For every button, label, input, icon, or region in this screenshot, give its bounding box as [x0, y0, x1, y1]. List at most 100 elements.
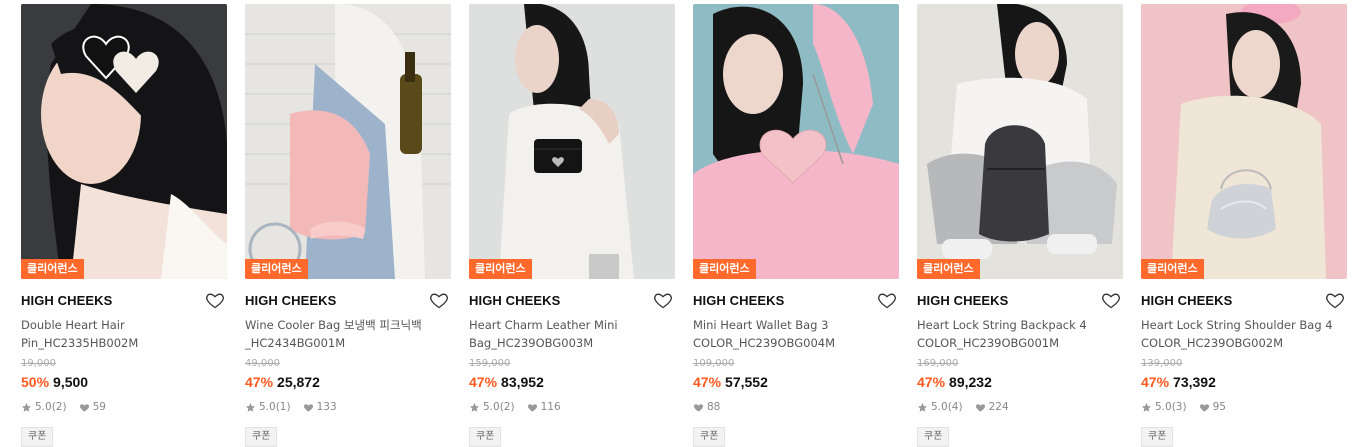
review-count: (4)	[947, 401, 963, 413]
product-stats: 5.0 (1) 133	[245, 400, 451, 414]
product-card[interactable]: 클리어런스 HIGH CHEEKS Wine Cooler Bag 보냉백 피크…	[245, 4, 451, 447]
product-image[interactable]: 클리어런스	[245, 4, 451, 279]
product-image[interactable]: 클리어런스	[917, 4, 1123, 279]
original-price: 169,000	[917, 358, 959, 369]
brand-name[interactable]: HIGH CHEEKS	[21, 293, 112, 308]
clearance-badge: 클리어런스	[1141, 259, 1204, 279]
product-name[interactable]: Heart Lock String Backpack 4 COLOR_HC239…	[917, 316, 1123, 352]
wishlist-heart-icon[interactable]	[877, 290, 897, 310]
wishlist-heart-icon[interactable]	[1325, 290, 1345, 310]
product-card[interactable]: 클리어런스 HIGH CHEEKS Heart Charm Leather Mi…	[469, 4, 675, 447]
product-stats: 5.0 (4) 224	[917, 400, 1123, 414]
review-count: (3)	[1171, 401, 1187, 413]
star-icon	[1141, 402, 1152, 412]
wishlist-heart-icon[interactable]	[429, 290, 449, 310]
original-price: 19,000	[21, 358, 56, 369]
like-count: 59	[92, 401, 106, 413]
product-image[interactable]: 클리어런스	[21, 4, 227, 279]
like-heart-icon	[527, 403, 537, 412]
product-grid: 클리어런스 HIGH CHEEKS Double Heart Hair Pin_…	[0, 0, 1352, 447]
original-price: 159,000	[469, 358, 511, 369]
sale-price: 83,952	[501, 374, 544, 390]
sale-price-row: 47% 83,952	[469, 373, 675, 391]
coupon-tag: 쿠폰	[469, 427, 502, 447]
star-icon	[917, 402, 928, 412]
coupon-tag: 쿠폰	[1141, 427, 1174, 447]
rating-value: 5.0	[259, 401, 276, 413]
clearance-badge: 클리어런스	[245, 259, 308, 279]
review-count: (2)	[499, 401, 515, 413]
product-stats: 5.0 (2) 59	[21, 400, 227, 414]
coupon-tag: 쿠폰	[21, 427, 54, 447]
sale-price-row: 50% 9,500	[21, 373, 227, 391]
coupon-tag: 쿠폰	[245, 427, 278, 447]
clearance-badge: 클리어런스	[21, 259, 84, 279]
sale-price: 89,232	[949, 374, 992, 390]
original-price: 139,000	[1141, 358, 1183, 369]
product-card[interactable]: 클리어런스 HIGH CHEEKS Heart Lock String Back…	[917, 4, 1123, 447]
product-image[interactable]: 클리어런스	[469, 4, 675, 279]
star-icon	[469, 402, 480, 412]
brand-name[interactable]: HIGH CHEEKS	[469, 293, 560, 308]
clearance-badge: 클리어런스	[693, 259, 756, 279]
like-count: 95	[1212, 401, 1226, 413]
like-heart-icon	[975, 403, 985, 412]
review-count: (2)	[51, 401, 67, 413]
discount-rate: 47%	[469, 374, 498, 390]
sale-price: 9,500	[53, 374, 89, 390]
product-card[interactable]: 클리어런스 HIGH CHEEKS Mini Heart Wallet Bag …	[693, 4, 899, 447]
sale-price: 25,872	[277, 374, 320, 390]
wishlist-heart-icon[interactable]	[653, 290, 673, 310]
brand-name[interactable]: HIGH CHEEKS	[693, 293, 784, 308]
star-icon	[21, 402, 32, 412]
product-stats: 88	[693, 400, 899, 414]
sale-price: 57,552	[725, 374, 768, 390]
product-name[interactable]: Heart Lock String Shoulder Bag 4 COLOR_H…	[1141, 316, 1347, 352]
discount-rate: 47%	[245, 374, 274, 390]
original-price: 49,000	[245, 358, 280, 369]
sale-price: 73,392	[1173, 374, 1216, 390]
rating-value: 5.0	[931, 401, 948, 413]
like-count: 133	[316, 401, 337, 413]
like-count: 88	[707, 401, 721, 413]
original-price: 109,000	[693, 358, 735, 369]
wishlist-heart-icon[interactable]	[1101, 290, 1121, 310]
product-card[interactable]: 클리어런스 HIGH CHEEKS Heart Lock String Shou…	[1141, 4, 1347, 447]
product-name[interactable]: Heart Charm Leather Mini Bag_HC239OBG003…	[469, 316, 675, 352]
clearance-badge: 클리어런스	[469, 259, 532, 279]
discount-rate: 47%	[917, 374, 946, 390]
discount-rate: 50%	[21, 374, 50, 390]
review-count: (1)	[275, 401, 291, 413]
like-heart-icon	[693, 403, 704, 412]
star-icon	[245, 402, 256, 412]
rating-value: 5.0	[1155, 401, 1172, 413]
sale-price-row: 47% 89,232	[917, 373, 1123, 391]
coupon-tag: 쿠폰	[693, 427, 726, 447]
brand-name[interactable]: HIGH CHEEKS	[917, 293, 1008, 308]
brand-name[interactable]: HIGH CHEEKS	[245, 293, 336, 308]
like-count: 224	[988, 401, 1009, 413]
product-name[interactable]: Double Heart Hair Pin_HC2335HB002M	[21, 316, 227, 352]
product-stats: 5.0 (3) 95	[1141, 400, 1347, 414]
product-name[interactable]: Wine Cooler Bag 보냉백 피크닉백 _HC2434BG001M	[245, 316, 451, 352]
like-count: 116	[540, 401, 561, 413]
like-heart-icon	[1199, 403, 1209, 412]
product-stats: 5.0 (2) 116	[469, 400, 675, 414]
rating-value: 5.0	[483, 401, 500, 413]
product-name[interactable]: Mini Heart Wallet Bag 3 COLOR_HC239OBG00…	[693, 316, 899, 352]
sale-price-row: 47% 57,552	[693, 373, 899, 391]
brand-name[interactable]: HIGH CHEEKS	[1141, 293, 1232, 308]
discount-rate: 47%	[693, 374, 722, 390]
product-image[interactable]: 클리어런스	[693, 4, 899, 279]
like-heart-icon	[79, 403, 89, 412]
product-card[interactable]: 클리어런스 HIGH CHEEKS Double Heart Hair Pin_…	[21, 4, 227, 447]
wishlist-heart-icon[interactable]	[205, 290, 225, 310]
sale-price-row: 47% 25,872	[245, 373, 451, 391]
rating-value: 5.0	[35, 401, 52, 413]
product-image[interactable]: 클리어런스	[1141, 4, 1347, 279]
discount-rate: 47%	[1141, 374, 1170, 390]
coupon-tag: 쿠폰	[917, 427, 950, 447]
sale-price-row: 47% 73,392	[1141, 373, 1347, 391]
like-heart-icon	[303, 403, 313, 412]
clearance-badge: 클리어런스	[917, 259, 980, 279]
